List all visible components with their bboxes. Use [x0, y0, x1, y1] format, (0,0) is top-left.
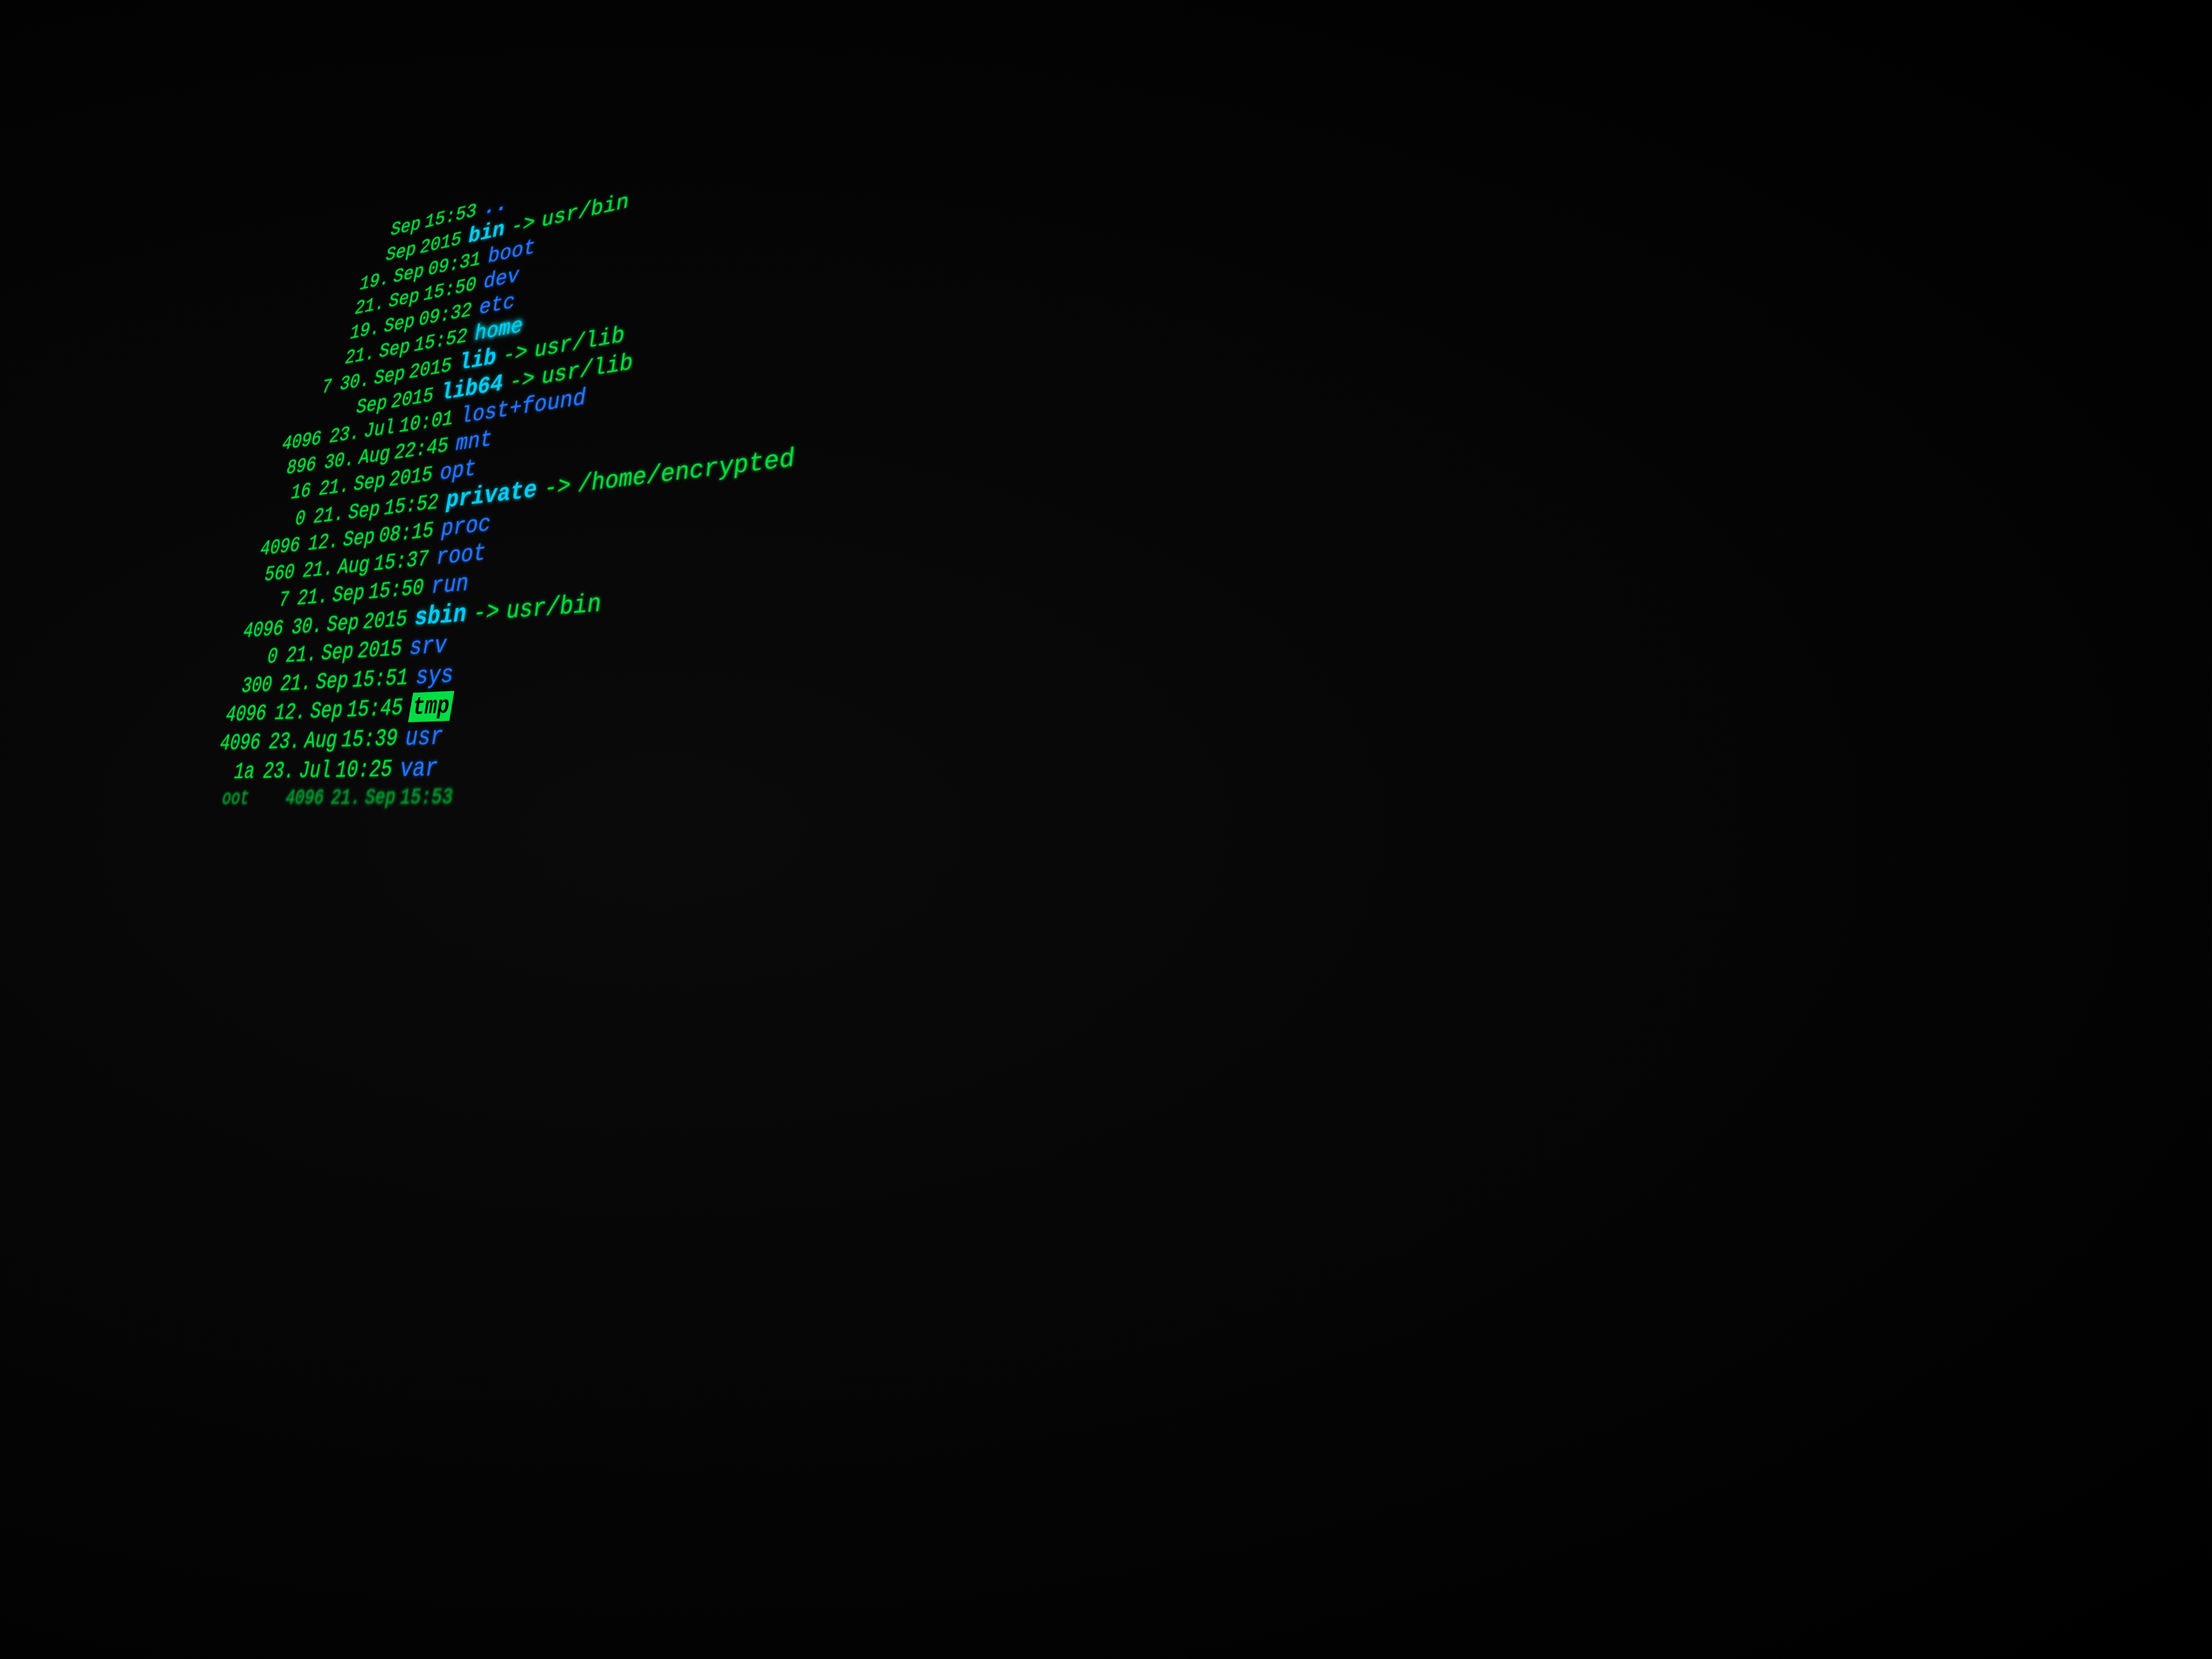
- terminal-content: Sep 15:53 .. Sep 2015 bin -> usr/bin 19.…: [167, 0, 2212, 888]
- terminal-window: Sep 15:53 .. Sep 2015 bin -> usr/bin 19.…: [0, 0, 2212, 1659]
